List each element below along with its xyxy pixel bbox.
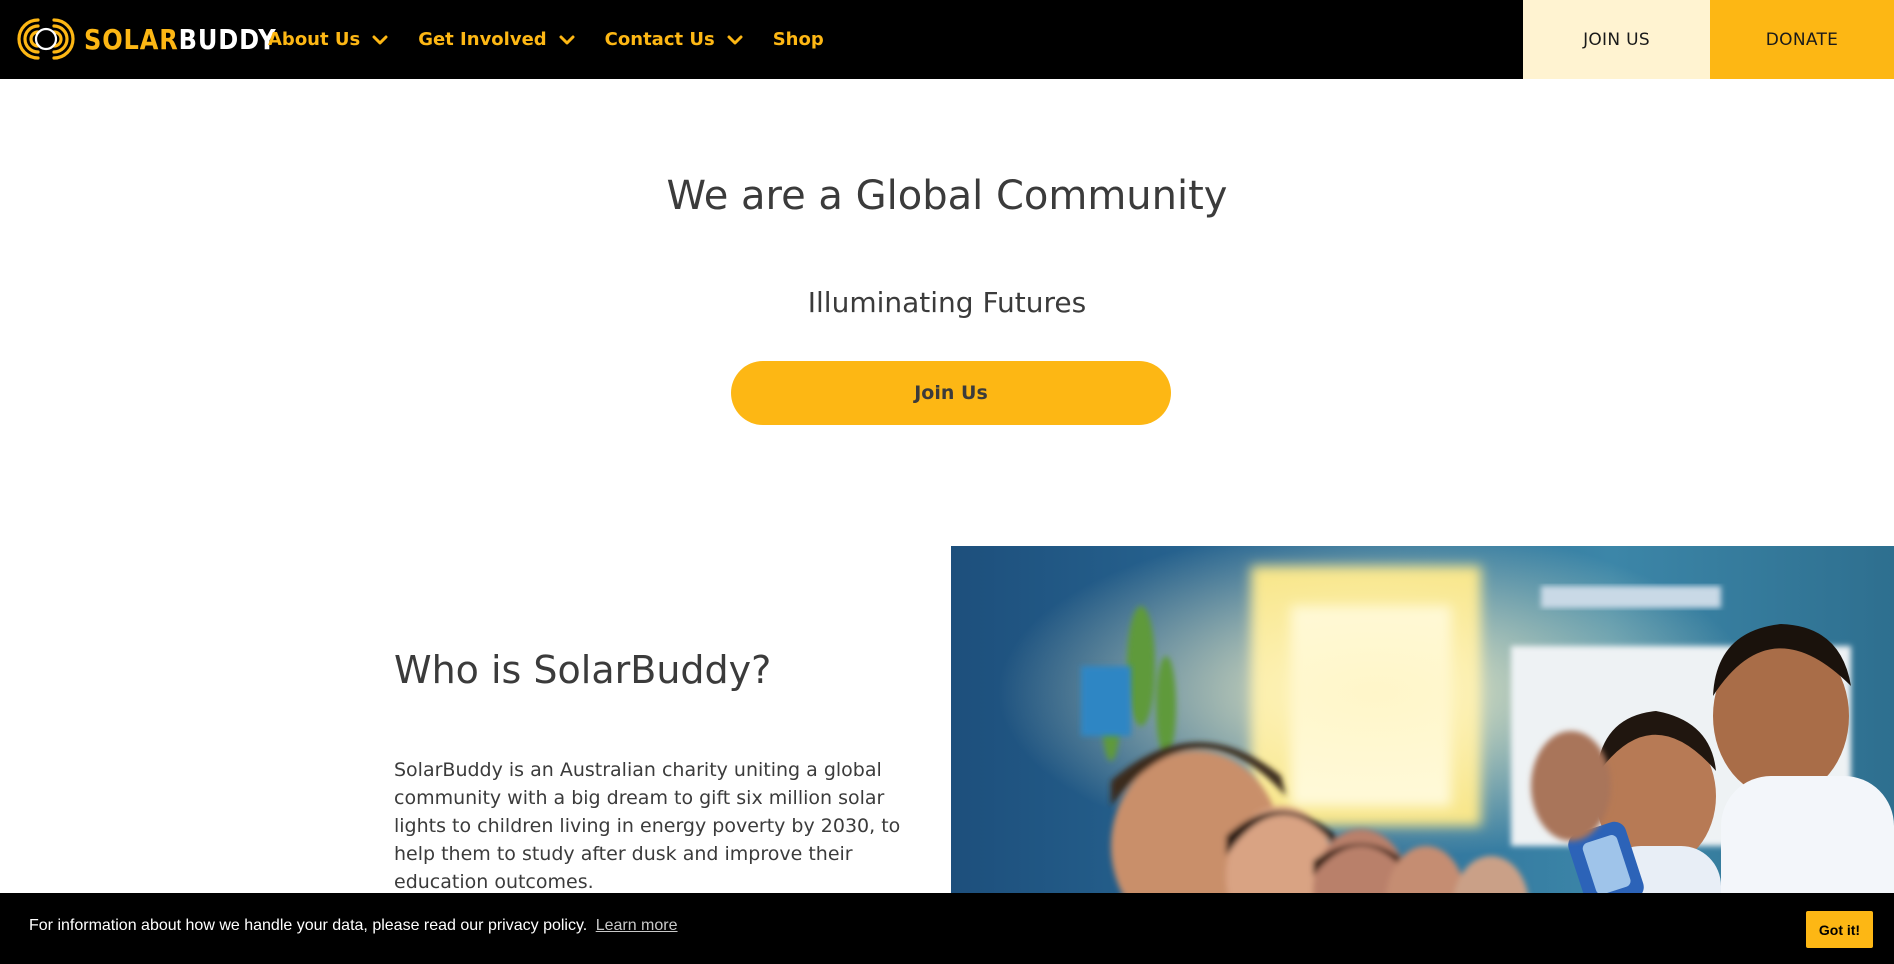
logo-wordmark: SOLARBUDDY (84, 23, 277, 56)
cookie-accept-button[interactable]: Got it! (1806, 911, 1873, 948)
learn-more-link[interactable]: Learn more (596, 917, 678, 934)
cookie-consent-bar: For information about how we handle your… (0, 893, 1894, 964)
chevron-down-icon (727, 35, 743, 44)
join-us-header-button[interactable]: JOIN US (1523, 0, 1710, 79)
solarbuddy-rings-icon (17, 18, 75, 60)
nav-shop-label: Shop (772, 29, 824, 50)
cookie-message: For information about how we handle your… (29, 917, 678, 935)
nav-contact-us[interactable]: Contact Us (605, 29, 743, 50)
logo-word-solar: SOLAR (84, 22, 179, 56)
top-navigation-bar: SOLARBUDDY About Us Get Involved Contact… (0, 0, 1894, 79)
nav-about-us-label: About Us (268, 29, 361, 50)
nav-about-us[interactable]: About Us (268, 29, 388, 50)
chevron-down-icon (372, 35, 388, 44)
cookie-text: For information about how we handle your… (29, 917, 588, 934)
nav-contact-us-label: Contact Us (604, 29, 715, 50)
nav-get-involved[interactable]: Get Involved (418, 29, 575, 50)
nav-get-involved-label: Get Involved (418, 29, 547, 50)
who-section-title: Who is SolarBuddy? (394, 648, 772, 692)
solarbuddy-logo[interactable]: SOLARBUDDY (14, 10, 308, 68)
nav-shop[interactable]: Shop (773, 29, 824, 50)
hero-subtitle: Illuminating Futures (807, 286, 1087, 319)
join-us-hero-button[interactable]: Join Us (731, 361, 1171, 425)
who-section-text: SolarBuddy is an Australian charity unit… (394, 759, 901, 893)
chevron-down-icon (559, 35, 575, 44)
donate-button[interactable]: DONATE (1710, 0, 1894, 79)
hero-title: We are a Global Community (666, 173, 1228, 219)
logo-word-buddy: BUDDY (178, 22, 277, 56)
main-nav: About Us Get Involved Contact Us Shop (268, 0, 854, 79)
